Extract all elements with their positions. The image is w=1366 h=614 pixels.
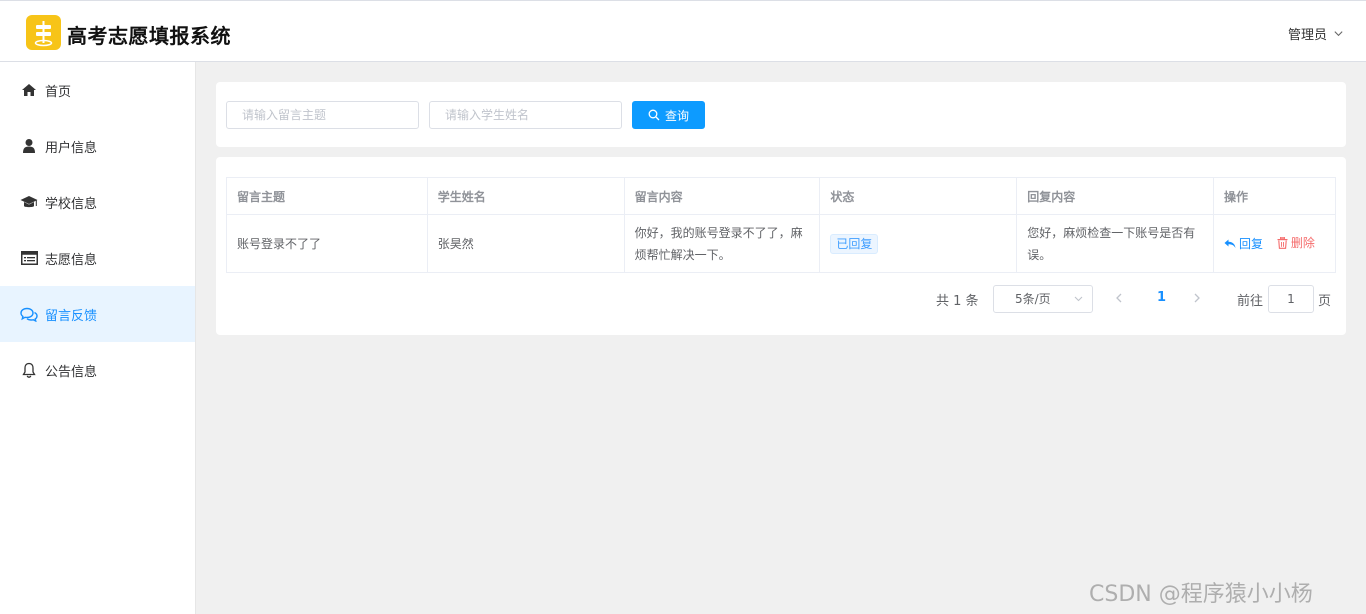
user-label: 管理员 [1287, 28, 1327, 43]
pagination: 共 1 条 5条/页 1 前往 1 页 [216, 285, 1346, 313]
sidebar-item-schools[interactable]: 学校信息 [0, 174, 195, 230]
column-header: 操作 [1213, 177, 1336, 215]
delete-label: 删除 [1290, 235, 1315, 250]
column-header: 状态 [819, 177, 1018, 215]
search-panel: 查询 [216, 82, 1346, 147]
trash-icon [1277, 236, 1288, 249]
sidebar-item-label: 公告信息 [45, 364, 98, 380]
signpost-icon [26, 15, 61, 50]
sidebar-item-label: 首页 [45, 84, 72, 100]
prev-page-button[interactable] [1114, 289, 1124, 311]
feedback-table: 留言主题 学生姓名 留言内容 状态 回复内容 操作 账号登录不了了 张昊然 你好… [226, 177, 1336, 273]
goto-page-input[interactable]: 1 [1268, 285, 1314, 313]
sidebar-item-label: 用户信息 [45, 140, 98, 156]
page-number-1[interactable]: 1 [1157, 290, 1166, 305]
column-header: 回复内容 [1016, 177, 1215, 215]
search-button[interactable]: 查询 [632, 101, 705, 129]
sidebar-item-home[interactable]: 首页 [0, 62, 195, 118]
sidebar-item-label: 留言反馈 [45, 308, 98, 324]
status-badge: 已回复 [830, 233, 879, 254]
topic-search-input[interactable] [226, 101, 419, 129]
sidebar-item-volunteers[interactable]: 志愿信息 [0, 230, 195, 286]
cell-actions: 回复 删除 [1213, 214, 1336, 273]
sidebar: 首页 用户信息 学校信息 志愿信息 留言反馈 公告信息 [0, 62, 196, 614]
page-size-select[interactable]: 5条/页 [993, 285, 1093, 313]
chevron-down-icon [1074, 296, 1083, 302]
chevron-right-icon [1194, 293, 1200, 303]
delete-button[interactable]: 删除 [1277, 232, 1315, 254]
chat-icon [20, 305, 38, 323]
search-button-label: 查询 [664, 108, 689, 123]
page-suffix-label: 页 [1318, 294, 1332, 309]
sidebar-item-feedback[interactable]: 留言反馈 [0, 286, 195, 342]
next-page-button[interactable] [1192, 289, 1202, 311]
cell-reply: 您好，麻烦检查一下账号是否有误。 [1016, 214, 1215, 273]
search-icon [648, 109, 660, 121]
page-size-value: 5条/页 [1015, 292, 1051, 306]
user-menu[interactable]: 管理员 [1288, 24, 1344, 43]
graduation-cap-icon [20, 193, 38, 211]
bell-icon [20, 361, 38, 379]
column-header: 学生姓名 [426, 177, 625, 215]
app-title: 高考志愿填报系统 [67, 24, 231, 48]
reply-icon [1224, 239, 1236, 248]
sidebar-item-label: 志愿信息 [45, 252, 98, 268]
column-header: 留言内容 [623, 177, 821, 215]
table-row: 账号登录不了了 张昊然 你好，我的账号登录不了了，麻烦帮忙解决一下。 已回复 您… [226, 214, 1336, 273]
cell-status: 已回复 [819, 214, 1018, 273]
reply-label: 回复 [1239, 236, 1264, 251]
top-header: 高考志愿填报系统 管理员 [0, 0, 1366, 62]
goto-label: 前往 [1237, 294, 1264, 309]
watermark: CSDN @程序猿小小杨 [1089, 582, 1313, 607]
cell-topic: 账号登录不了了 [226, 214, 428, 273]
sidebar-item-notices[interactable]: 公告信息 [0, 342, 195, 398]
sidebar-item-label: 学校信息 [45, 196, 98, 212]
user-icon [20, 137, 38, 155]
column-header: 留言主题 [226, 177, 428, 215]
table-header-row: 留言主题 学生姓名 留言内容 状态 回复内容 操作 [226, 177, 1336, 215]
cell-student: 张昊然 [426, 214, 625, 273]
cell-content: 你好，我的账号登录不了了，麻烦帮忙解决一下。 [623, 214, 821, 273]
home-icon [20, 81, 38, 99]
chevron-left-icon [1116, 293, 1122, 303]
list-icon [20, 249, 38, 267]
chevron-down-icon [1334, 31, 1343, 37]
pagination-total: 共 1 条 [936, 294, 979, 309]
feedback-table-panel: 留言主题 学生姓名 留言内容 状态 回复内容 操作 账号登录不了了 张昊然 你好… [216, 157, 1346, 335]
sidebar-item-users[interactable]: 用户信息 [0, 118, 195, 174]
reply-button[interactable]: 回复 [1224, 233, 1263, 255]
student-search-input[interactable] [429, 101, 622, 129]
